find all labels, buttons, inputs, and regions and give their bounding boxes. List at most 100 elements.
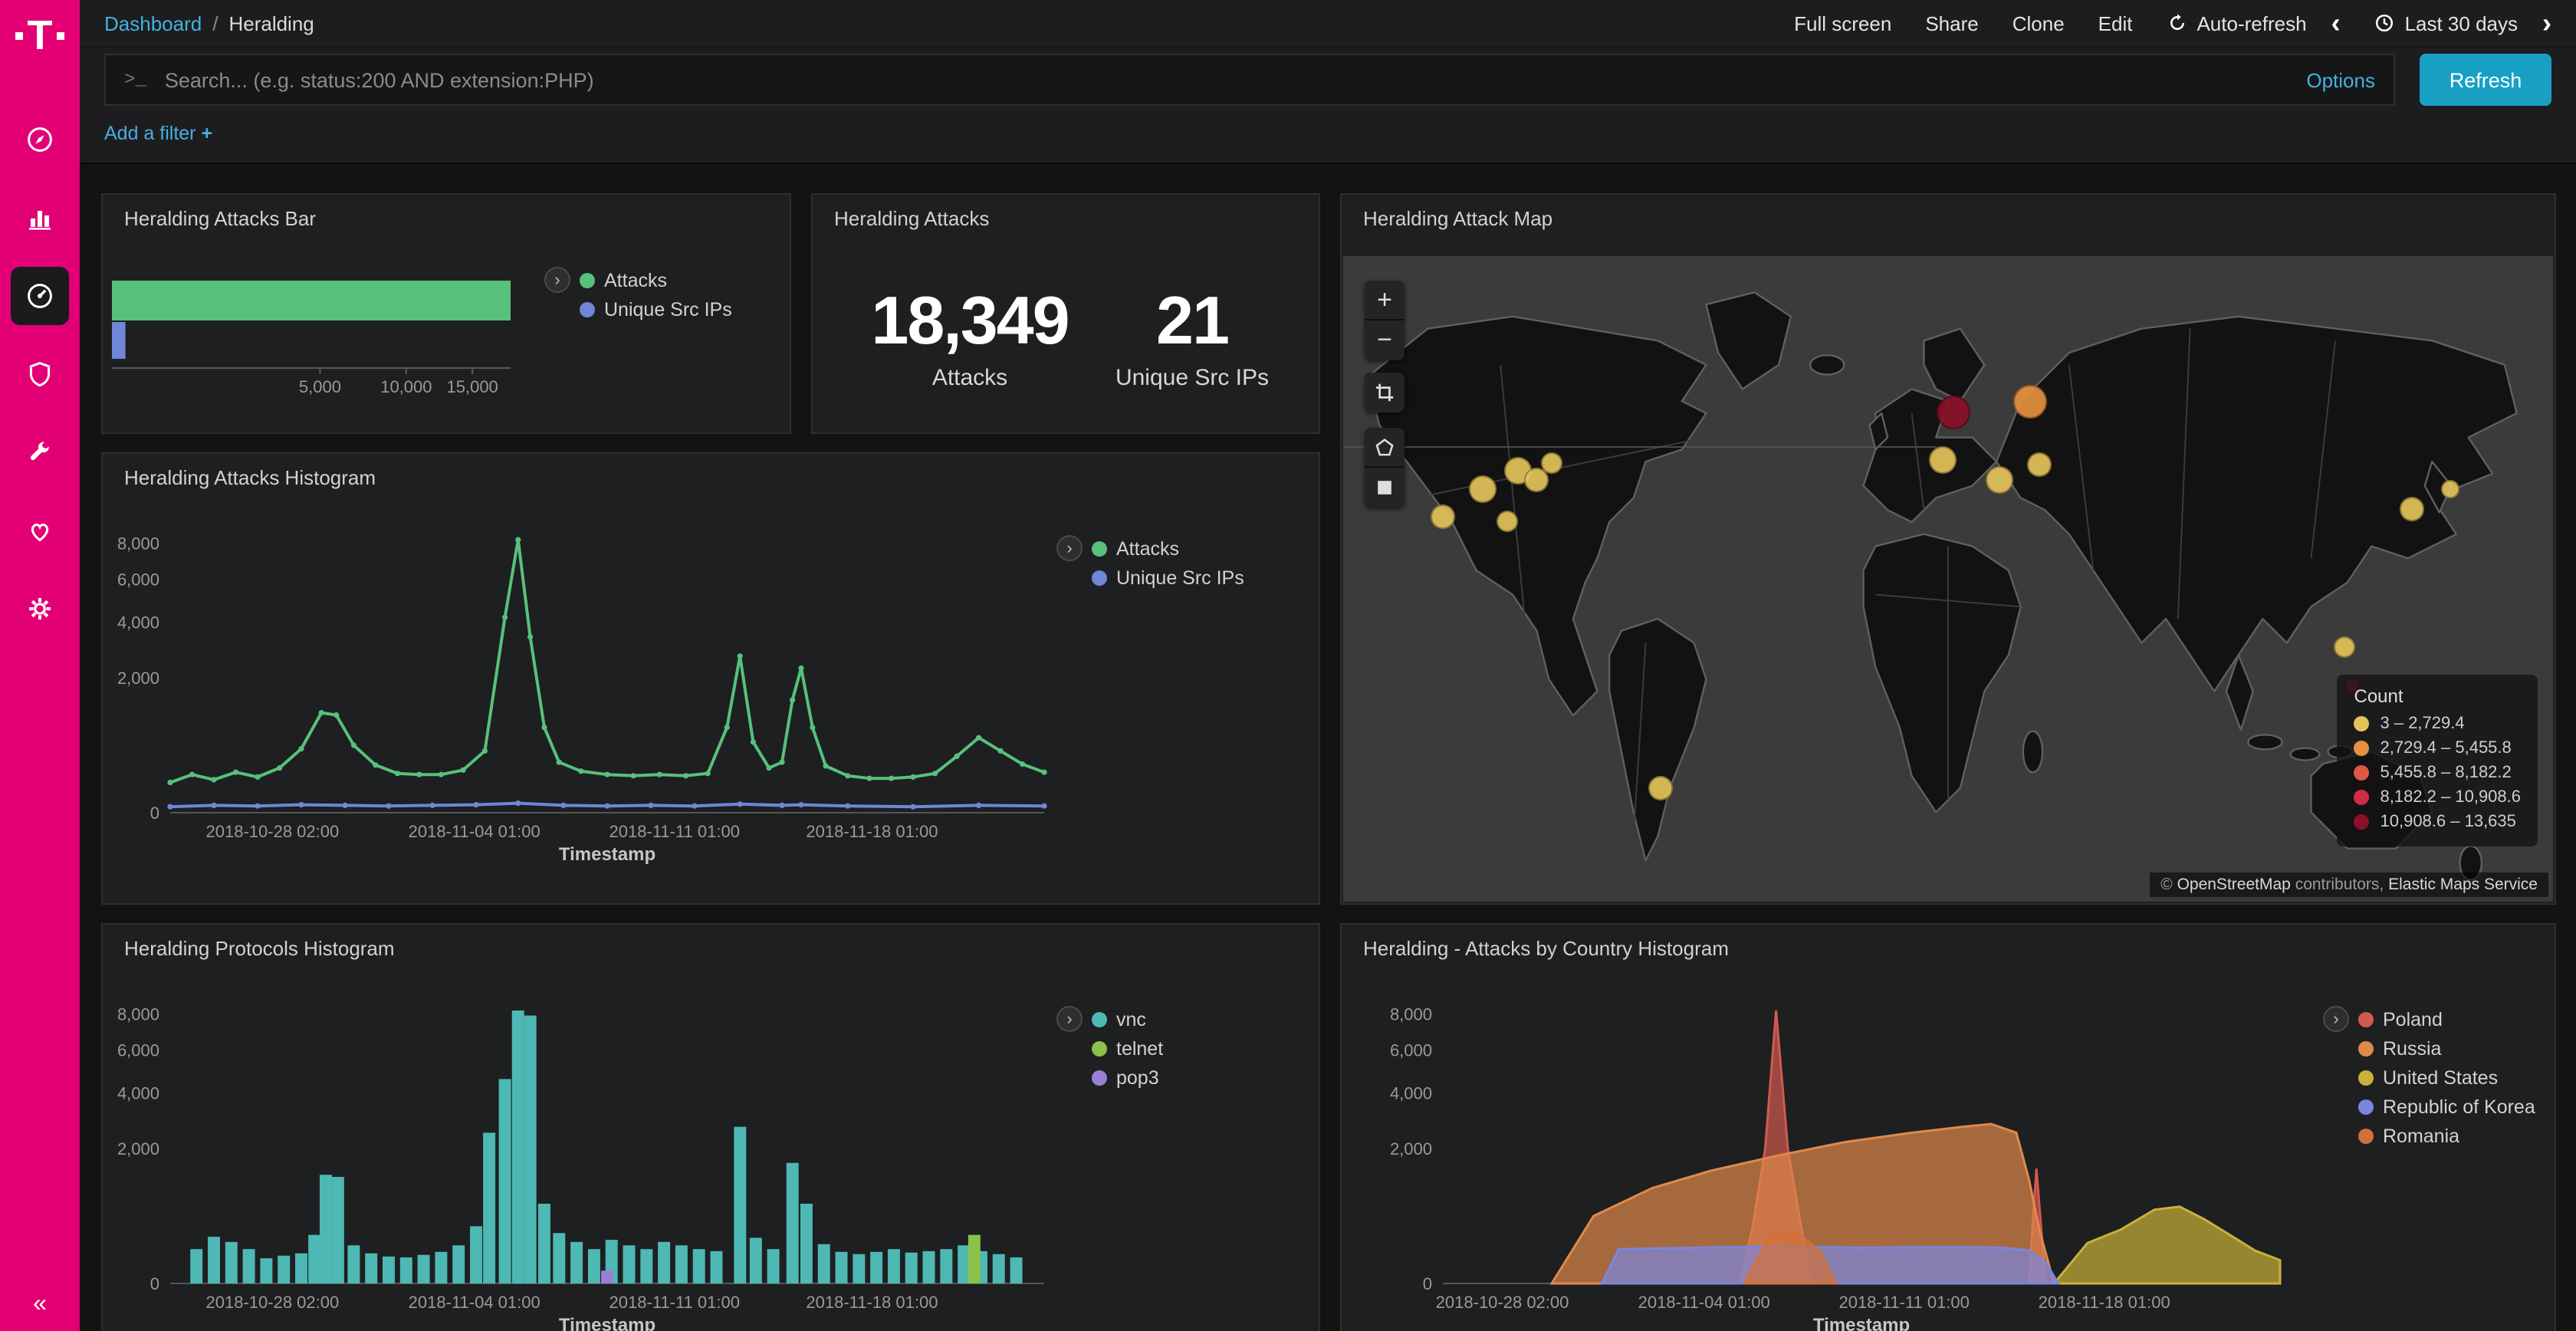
legend-color-dot [2358,1011,2374,1027]
sidebar-item-management[interactable] [11,580,69,638]
svg-text:8,000: 8,000 [117,534,159,553]
top-chrome: Dashboard / Heralding Full screen Share … [80,0,2576,164]
sidebar-item-devtools[interactable] [11,423,69,481]
legend-item[interactable]: Republic of Korea [2358,1092,2535,1121]
legend-item[interactable]: telnet [1092,1034,1163,1063]
map-marker [2399,497,2423,521]
share-button[interactable]: Share [1925,12,1978,35]
map-marker [2441,479,2459,498]
polygon-icon [1372,435,1397,459]
legend-color-dot [580,301,595,317]
legend-item[interactable]: Russia [2358,1034,2535,1063]
sidebar-collapse-button[interactable]: « [0,1291,80,1319]
metric-unique-src-ips: 21 Unique Src IPs [1081,241,1303,432]
panel-title: Heralding Attacks Bar [124,207,316,230]
fit-data-bounds-button[interactable] [1365,373,1405,412]
legend-color-dot [2358,1070,2374,1085]
svg-text:2018-10-28 02:00: 2018-10-28 02:00 [206,1293,340,1312]
legend-item[interactable]: United States [2358,1063,2535,1092]
shield-icon [25,359,55,389]
elastic-maps-service-link[interactable]: Elastic Maps Service [2388,876,2538,894]
breadcrumb-separator: / [212,12,218,35]
legend-toggle[interactable]: › [2323,1006,2349,1032]
legend-label: United States [2383,1066,2498,1088]
country-histogram-chart[interactable]: 02,0004,0006,0008,0002018-10-28 02:00201… [1372,995,2292,1331]
query-options-link[interactable]: Options [2306,68,2375,91]
panel-heralding-attack-map: Heralding Attack Map [1340,193,2556,905]
map-fit-control [1365,373,1405,412]
sidebar-item-discover[interactable] [11,110,69,169]
attacks-histogram-chart[interactable]: 02,0004,0006,0008,0002018-10-28 02:00201… [103,531,1053,868]
legend-item[interactable]: Romania [2358,1121,2535,1150]
svg-text:6,000: 6,000 [117,570,159,589]
legend-label: pop3 [1116,1066,1159,1088]
svg-text:2018-11-11 01:00: 2018-11-11 01:00 [610,822,740,841]
zoom-in-button[interactable]: + [1365,281,1405,320]
svg-text:8,000: 8,000 [1390,1004,1432,1024]
draw-polygon-button[interactable] [1365,428,1405,468]
legend-item[interactable]: Poland [2358,1004,2535,1034]
legend-toggle[interactable]: › [544,267,570,293]
tpot-logo[interactable]: T [0,18,80,52]
clone-button[interactable]: Clone [2013,12,2065,35]
attacks-bar-chart[interactable]: 5,00010,00015,000 [112,262,572,409]
svg-text:2018-10-28 02:00: 2018-10-28 02:00 [206,822,340,841]
svg-text:8,000: 8,000 [117,1004,159,1024]
refresh-button[interactable]: Refresh [2420,54,2551,106]
full-screen-button[interactable]: Full screen [1794,12,1891,35]
legend-item[interactable]: Attacks [580,265,732,294]
sidebar-nav: T [0,0,80,1331]
metric-label: Unique Src IPs [1116,364,1269,390]
add-filter-link[interactable]: Add a filter + [104,123,212,144]
legend-item[interactable]: Unique Src IPs [580,294,732,324]
legend-label: Unique Src IPs [1116,567,1244,588]
map-zoom-controls: + − [1365,281,1405,360]
openstreetmap-link[interactable]: OpenStreetMap [2177,876,2291,894]
legend-item[interactable]: vnc [1092,1004,1163,1034]
panel-title: Heralding Protocols Histogram [124,937,395,960]
svg-text:6,000: 6,000 [1390,1040,1432,1060]
metric-group: 18,349 Attacks 21 Unique Src IPs [813,195,1319,432]
map-legend-item: 3 – 2,729.4 [2354,712,2522,736]
world-map[interactable]: + − [1343,256,2553,902]
svg-text:2018-11-04 01:00: 2018-11-04 01:00 [409,1293,540,1312]
heartbeat-icon [25,515,55,546]
panel-title: Heralding Attacks Histogram [124,466,376,489]
sidebar-item-visualize[interactable] [11,189,69,247]
map-marker [1468,476,1496,504]
search-input[interactable] [162,67,2288,93]
draw-rectangle-button[interactable] [1365,468,1405,508]
legend-item[interactable]: pop3 [1092,1063,1163,1092]
svg-text:0: 0 [150,804,159,823]
protocols-histogram-chart[interactable]: 02,0004,0006,0008,0002018-10-28 02:00201… [103,995,1053,1331]
map-marker [1985,465,2013,493]
legend-color-dot [1092,541,1107,556]
breadcrumb-dashboard-link[interactable]: Dashboard [104,12,202,35]
sidebar-item-monitoring[interactable] [11,501,69,560]
map-legend-item: 2,729.4 – 5,455.8 [2354,736,2522,761]
legend-toggle[interactable]: › [1056,535,1083,561]
map-legend-color-dot [2354,716,2370,731]
svg-text:4,000: 4,000 [117,613,159,632]
map-legend-title: Count [2354,685,2522,707]
auto-refresh-button[interactable]: Auto-refresh [2166,12,2306,35]
map-marker [2013,384,2047,418]
legend-item[interactable]: Attacks [1092,534,1244,563]
time-forward-arrow[interactable]: › [2542,9,2551,37]
legend-items: Attacks Unique Src IPs [1092,534,1244,592]
legend-color-dot [1092,570,1107,585]
legend-toggle[interactable]: › [1056,1006,1083,1032]
sidebar-item-shield[interactable] [11,345,69,403]
map-marker [1937,396,1971,430]
time-back-arrow[interactable]: ‹ [2331,9,2341,37]
chart-legend: › vnctelnet pop3 [1056,1004,1163,1092]
legend-item[interactable]: Unique Src IPs [1092,563,1244,592]
edit-button[interactable]: Edit [2098,12,2133,35]
svg-text:2018-10-28 02:00: 2018-10-28 02:00 [1436,1293,1569,1312]
map-marker [1540,452,1562,473]
sidebar-item-dashboard[interactable] [11,267,69,325]
zoom-out-button[interactable]: − [1365,320,1405,360]
metric-attacks: 18,349 Attacks [859,241,1081,432]
time-range-button[interactable]: Last 30 days [2374,12,2518,35]
bar-chart-icon [25,202,55,233]
